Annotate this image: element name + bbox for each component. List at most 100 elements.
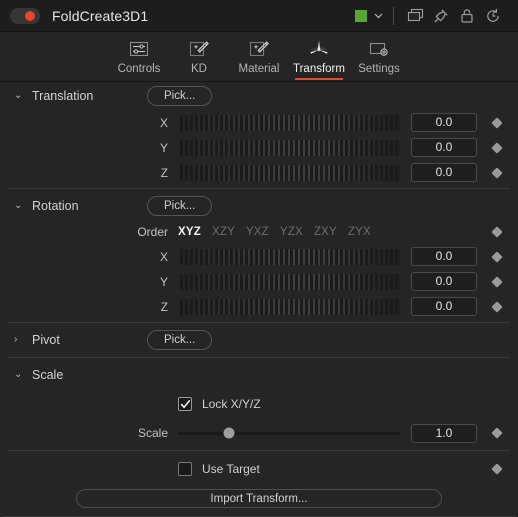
section-title-translation: Translation: [32, 89, 94, 103]
translation-x-slider[interactable]: [178, 114, 400, 131]
translation-z-slider[interactable]: [178, 164, 400, 181]
keyframe-diamond-icon[interactable]: [486, 226, 508, 238]
tab-settings[interactable]: Settings: [349, 36, 409, 75]
use-target-checkbox[interactable]: [178, 462, 192, 476]
order-option-zxy[interactable]: ZXY: [314, 226, 337, 238]
section-title-scale: Scale: [32, 368, 64, 382]
tab-underline: [175, 78, 223, 80]
tab-label: Controls: [117, 63, 161, 75]
translation-z-row: Z 0.0: [0, 160, 518, 185]
order-option-zyx[interactable]: ZYX: [348, 226, 371, 238]
rotation-x-input[interactable]: 0.0: [411, 247, 477, 266]
rotation-y-input[interactable]: 0.0: [411, 272, 477, 291]
keyframe-diamond-icon[interactable]: [486, 166, 508, 179]
rotation-y-slider[interactable]: [178, 273, 400, 290]
row-label: Z: [160, 165, 168, 180]
tab-label: Material: [238, 63, 280, 75]
translation-x-row: X 0.0: [0, 110, 518, 135]
rotation-x-slider[interactable]: [178, 248, 400, 265]
chevron-down-icon[interactable]: [367, 5, 389, 27]
section-divider: [8, 188, 510, 189]
tab-label: Transform: [293, 63, 345, 75]
section-header-scale: ⌄ Scale: [0, 361, 518, 389]
tab-label: KD: [191, 63, 207, 75]
order-option-xyz[interactable]: XYZ: [178, 226, 201, 238]
section-header-translation: ⌄ Translation Pick...: [0, 82, 518, 110]
collapse-arrow-scale[interactable]: ⌄: [14, 370, 28, 380]
slider-ticks: [178, 298, 400, 315]
slider-track: [178, 431, 400, 435]
order-option-xzy[interactable]: XZY: [212, 226, 235, 238]
lock-xyz-label: Lock X/Y/Z: [202, 397, 261, 411]
rotation-x-row: X 0.0: [0, 244, 518, 269]
scale-slider[interactable]: [178, 425, 400, 441]
translation-y-input[interactable]: 0.0: [411, 138, 477, 157]
tab-transform[interactable]: Transform: [289, 36, 349, 80]
rotation-z-row: Z 0.0: [0, 294, 518, 319]
collapse-arrow-rotation[interactable]: ⌄: [14, 201, 28, 211]
row-label: X: [159, 249, 168, 264]
row-label: X: [159, 115, 168, 130]
slider-ticks: [178, 114, 400, 131]
pick-button-rotation[interactable]: Pick...: [147, 196, 213, 216]
lock-icon[interactable]: [454, 5, 480, 27]
use-target-row: Use Target: [0, 454, 518, 484]
slider-ticks: [178, 248, 400, 265]
rotation-z-input[interactable]: 0.0: [411, 297, 477, 316]
rotation-z-slider[interactable]: [178, 298, 400, 315]
tab-controls[interactable]: Controls: [109, 36, 169, 75]
lock-xyz-row: Lock X/Y/Z: [0, 389, 518, 419]
expand-arrow-pivot[interactable]: ›: [14, 335, 28, 345]
scale-input[interactable]: 1.0: [411, 423, 477, 443]
keyframe-diamond-icon[interactable]: [486, 116, 508, 129]
keyframe-diamond-icon[interactable]: [486, 275, 508, 288]
keyframe-diamond-icon[interactable]: [486, 141, 508, 154]
section-title-rotation: Rotation: [32, 199, 79, 213]
pin-icon[interactable]: [428, 5, 454, 27]
tab-underline: [295, 78, 343, 80]
translation-z-input[interactable]: 0.0: [411, 163, 477, 182]
titlebar-actions: [355, 5, 506, 27]
slider-ticks: [178, 139, 400, 156]
section-divider: [8, 357, 510, 358]
scale-label: Scale: [137, 426, 168, 440]
lock-xyz-checkbox[interactable]: [178, 397, 192, 411]
translation-x-input[interactable]: 0.0: [411, 113, 477, 132]
keyframe-diamond-icon[interactable]: [486, 250, 508, 263]
rotation-order-row: Order XYZ XZY YXZ YZX ZXY ZYX: [0, 220, 518, 244]
node-enable-toggle[interactable]: [10, 7, 40, 24]
import-transform-button[interactable]: Import Transform...: [76, 489, 442, 508]
tab-underline: [355, 78, 403, 80]
row-label: Y: [159, 274, 168, 289]
scale-row: Scale 1.0: [0, 419, 518, 447]
row-label: Z: [160, 299, 168, 314]
scale-slider-thumb[interactable]: [223, 427, 235, 439]
tab-underline: [235, 78, 283, 80]
pick-button-pivot[interactable]: Pick...: [147, 330, 213, 350]
duplicate-icon[interactable]: [402, 5, 428, 27]
sliders-icon: [128, 38, 150, 60]
translation-y-row: Y 0.0: [0, 135, 518, 160]
transform-panel: ⌄ Translation Pick... X 0.0 Y 0.0 Z 0.0 …: [0, 82, 518, 517]
rotation-y-row: Y 0.0: [0, 269, 518, 294]
row-label: Y: [159, 140, 168, 155]
title-bar: FoldCreate3D1: [0, 0, 518, 32]
transform-axis-icon: [306, 38, 332, 60]
translation-y-slider[interactable]: [178, 139, 400, 156]
collapse-arrow-translation[interactable]: ⌄: [14, 91, 28, 101]
pick-button-translation[interactable]: Pick...: [147, 86, 213, 106]
keyframe-diamond-icon[interactable]: [486, 427, 508, 439]
wand-icon: [188, 38, 210, 60]
color-swatch[interactable]: [355, 9, 367, 22]
wand-icon: [248, 38, 270, 60]
rotation-order-label: Order: [137, 225, 168, 239]
tab-underline: [115, 78, 163, 80]
order-option-yxz[interactable]: YXZ: [246, 226, 269, 238]
keyframe-diamond-icon[interactable]: [486, 463, 508, 475]
settings-screen-icon: [368, 38, 390, 60]
tab-material[interactable]: Material: [229, 36, 289, 75]
order-option-yzx[interactable]: YZX: [280, 226, 303, 238]
tab-kd[interactable]: KD: [169, 36, 229, 75]
keyframe-diamond-icon[interactable]: [486, 300, 508, 313]
reset-icon[interactable]: [480, 5, 506, 27]
